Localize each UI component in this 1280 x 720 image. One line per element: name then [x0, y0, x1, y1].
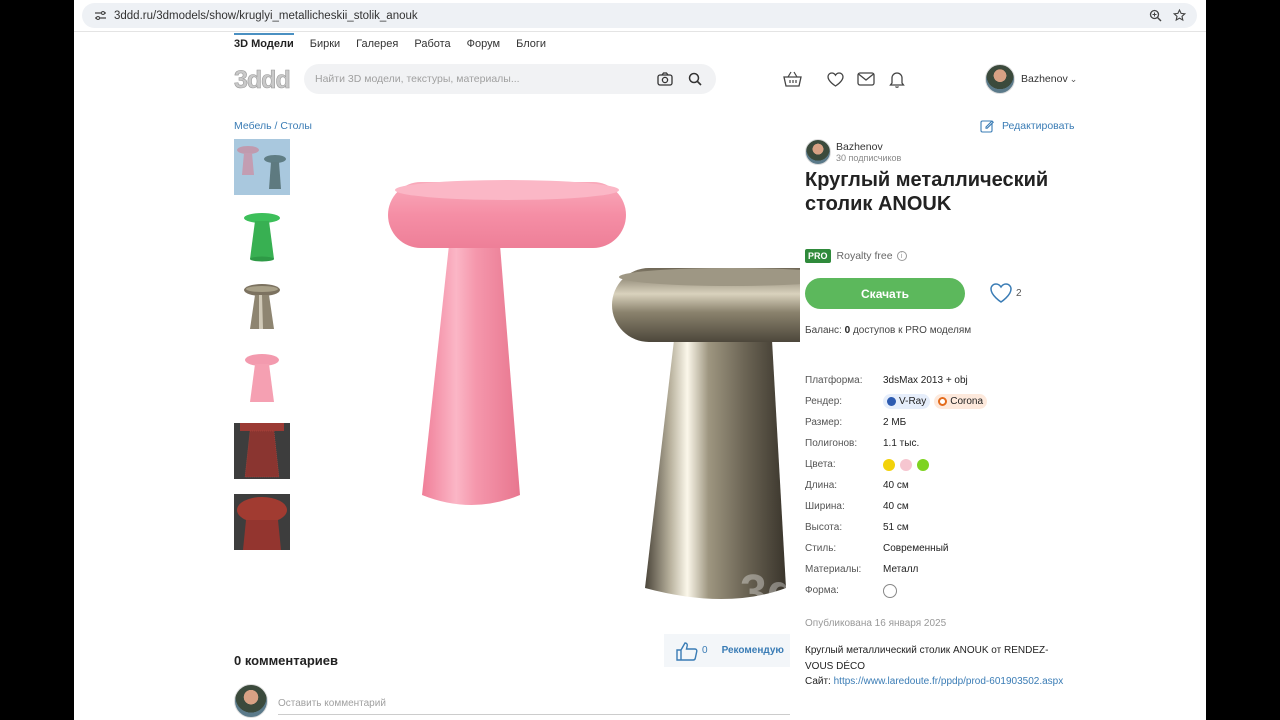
site-link[interactable]: https://www.laredoute.fr/ppdp/prod-60190…	[834, 676, 1064, 687]
address-bar[interactable]: 3ddd.ru/3dmodels/show/kruglyi_metalliche…	[82, 3, 1197, 28]
user-menu[interactable]: Bazhenov ⌄	[985, 64, 1077, 94]
spec-size: Размер: 2 МБ	[805, 417, 907, 428]
page: 3ddd.ru/3dmodels/show/kruglyi_metalliche…	[74, 0, 1206, 720]
spec-form: Форма:	[805, 580, 1085, 601]
comment-input[interactable]	[278, 687, 790, 715]
spec-polygons: Полигонов: 1.1 тыс.	[805, 438, 920, 449]
notifications-bell-icon[interactable]	[887, 69, 907, 89]
author-info[interactable]: Bazhenov 30 подписчиков	[805, 139, 901, 165]
like-button[interactable]: 2	[989, 282, 1022, 304]
edit-button[interactable]: Редактировать	[980, 119, 1075, 133]
cart-basket-icon[interactable]	[782, 69, 802, 89]
main-nav: 3D Модели Бирки Галерея Работа Форум Бло…	[234, 33, 562, 54]
chevron-down-icon[interactable]: ⌄	[1070, 74, 1078, 85]
description-text: Круглый металлический столик ANOUK от RE…	[805, 645, 1049, 672]
site-logo[interactable]: 3ddd	[234, 66, 290, 92]
recommend-label: Рекомендую	[721, 645, 784, 656]
author-name[interactable]: Bazhenov	[836, 141, 901, 153]
corona-icon	[938, 397, 948, 406]
recommend-button[interactable]: 0 Рекомендую	[664, 634, 790, 667]
like-count: 2	[1016, 287, 1022, 299]
balance-suffix: доступов к PRO моделям	[850, 325, 972, 336]
avatar	[234, 684, 268, 718]
thumbnail-gallery	[234, 139, 290, 565]
site-label: Сайт:	[805, 676, 834, 687]
published-date: Опубликована 16 января 2025	[805, 618, 947, 629]
page-title: Круглый металлический столик ANOUK	[805, 169, 1049, 215]
round-shape-icon[interactable]	[883, 583, 897, 598]
heart-icon[interactable]	[989, 282, 1013, 304]
spec-platform: Платформа: 3dsMax 2013 + obj	[805, 375, 968, 386]
balance-text: Баланс: 0 доступов к PRO моделям	[805, 325, 971, 336]
camera-search-icon[interactable]	[656, 70, 674, 88]
nav-3d-models[interactable]: 3D Модели	[234, 33, 294, 54]
thumbnail-2[interactable]	[234, 210, 290, 266]
search-icon[interactable]	[686, 70, 704, 88]
spec-length: Длина: 40 см	[805, 480, 909, 491]
svg-text:3ddd: 3ddd	[234, 66, 290, 92]
search-input[interactable]	[315, 73, 656, 85]
nav-jobs[interactable]: Работа	[414, 38, 450, 54]
spec-render: Рендер: V-Ray Corona	[805, 391, 1085, 412]
render-tag-vray[interactable]: V-Ray	[883, 394, 931, 409]
color-swatch-2[interactable]	[900, 458, 912, 471]
product-image[interactable]: 3ddd	[302, 150, 800, 620]
render-tag-corona[interactable]: Corona	[934, 394, 988, 409]
thumbnail-1[interactable]	[234, 139, 290, 195]
license-row: PRO Royalty free i	[805, 249, 907, 263]
vray-icon	[887, 397, 896, 406]
thumbs-up-icon	[676, 641, 698, 661]
site-settings-icon[interactable]	[92, 8, 108, 24]
thumbnail-5[interactable]	[234, 423, 290, 479]
nav-gallery[interactable]: Галерея	[356, 38, 398, 54]
author-avatar[interactable]	[805, 139, 831, 165]
nav-forum[interactable]: Форум	[467, 38, 500, 54]
spec-height: Высота: 51 см	[805, 522, 909, 533]
edit-label: Редактировать	[1002, 120, 1075, 132]
watermark-logo: 3ddd	[740, 566, 800, 619]
nav-tags[interactable]: Бирки	[310, 38, 340, 54]
divider	[74, 31, 1206, 32]
header-icons	[782, 69, 918, 89]
spec-materials: Материалы: Металл	[805, 564, 919, 575]
description: Круглый металлический столик ANOUK от RE…	[805, 643, 1065, 690]
pro-badge: PRO	[805, 249, 831, 263]
info-icon[interactable]: i	[896, 251, 907, 261]
nav-blogs[interactable]: Блоги	[516, 38, 546, 54]
edit-pencil-icon	[980, 120, 994, 133]
url-text[interactable]: 3ddd.ru/3dmodels/show/kruglyi_metalliche…	[114, 10, 1139, 22]
favorites-heart-icon[interactable]	[825, 69, 845, 89]
thumbnail-4[interactable]	[234, 352, 290, 408]
messages-mail-icon[interactable]	[856, 69, 876, 89]
specs-table: Платформа: 3dsMax 2013 + obj Рендер: V-Ra…	[805, 370, 1085, 601]
avatar[interactable]	[985, 64, 1015, 94]
thumbnail-3[interactable]	[234, 281, 290, 337]
spec-style: Стиль: Современный	[805, 543, 949, 554]
download-button[interactable]: Скачать	[805, 278, 965, 309]
license-label: Royalty free	[836, 250, 893, 262]
author-subscribers: 30 подписчиков	[836, 153, 902, 163]
thumbnail-6[interactable]	[234, 494, 290, 550]
zoom-icon[interactable]	[1147, 8, 1163, 24]
username[interactable]: Bazhenov	[1021, 73, 1068, 85]
spec-width: Ширина: 40 см	[805, 501, 909, 512]
color-swatch-3[interactable]	[917, 458, 929, 471]
recommend-count: 0	[702, 645, 708, 656]
bookmark-star-icon[interactable]	[1171, 8, 1187, 24]
comments-heading: 0 комментариев	[234, 653, 339, 668]
breadcrumb[interactable]: Мебель / Столы	[234, 120, 312, 132]
comment-form	[234, 684, 790, 718]
search-bar	[304, 64, 716, 94]
spec-colors: Цвета:	[805, 454, 1085, 475]
balance-prefix: Баланс:	[805, 325, 845, 336]
color-swatch-1[interactable]	[883, 458, 895, 471]
